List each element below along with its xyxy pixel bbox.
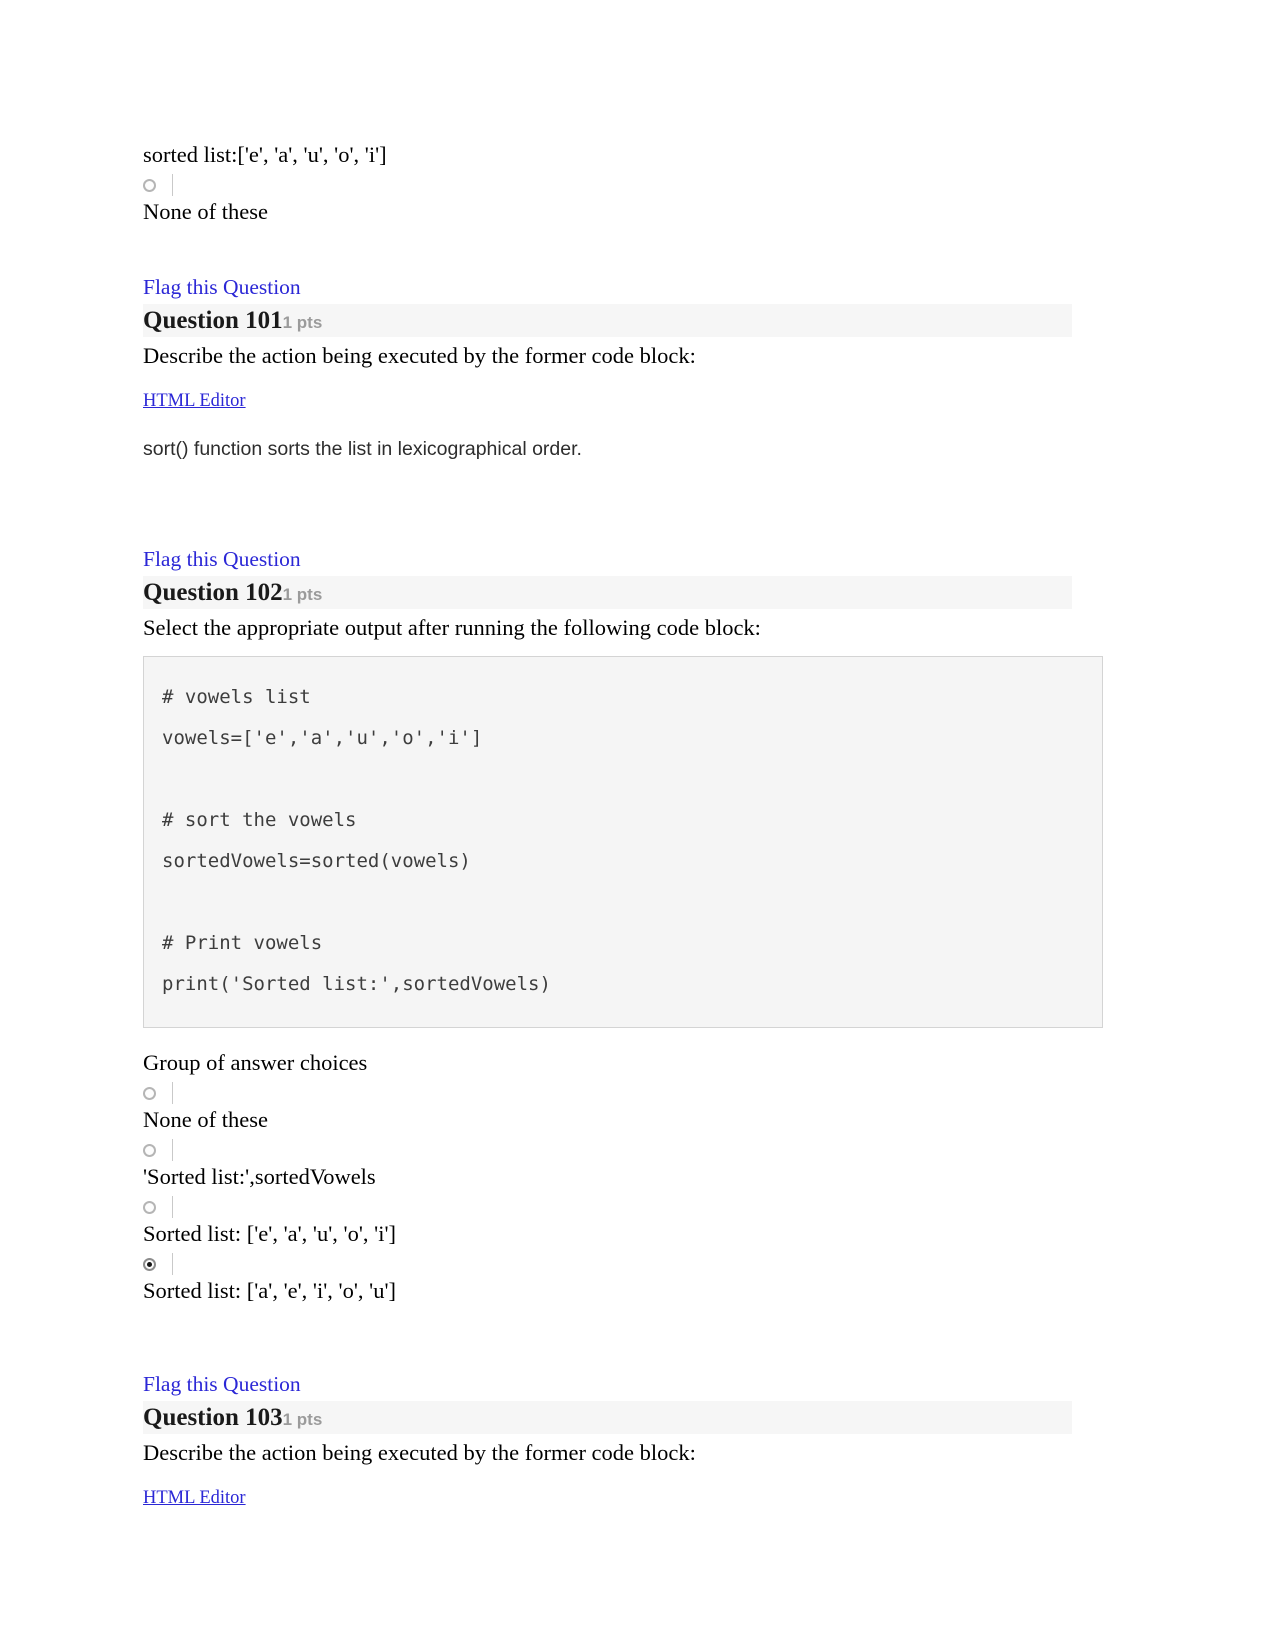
question-prompt-103: Describe the action being executed by th… <box>143 1440 696 1465</box>
code-line: # Print vowels <box>162 932 323 954</box>
orphan-choice-label: None of these <box>143 199 268 224</box>
answer-choices-label: Group of answer choices <box>143 1050 368 1075</box>
question-title-101: Question 101 <box>143 307 283 334</box>
quiz-page: sorted list:['e', 'a', 'u', 'o', 'i'] No… <box>0 0 1275 1510</box>
answer-choice-3-label: Sorted list: ['a', 'e', 'i', 'o', 'u'] <box>143 1278 397 1303</box>
question-points-102: 1 pts <box>282 585 323 604</box>
essay-answer-101: sort() function sorts the list in lexico… <box>143 438 582 460</box>
question-prompt-102: Select the appropriate output after runn… <box>143 615 761 640</box>
radio-button-selected-icon[interactable] <box>143 1257 156 1271</box>
radio-button-icon[interactable] <box>143 178 156 192</box>
radio-divider <box>172 174 173 196</box>
radio-divider <box>172 1139 173 1161</box>
answer-choice-2-label: Sorted list: ['e', 'a', 'u', 'o', 'i'] <box>143 1221 397 1246</box>
radio-button-icon[interactable] <box>143 1200 156 1214</box>
question-block-103: Flag this Question Question 103 1 pts De… <box>143 1370 1090 1510</box>
answer-choice-2-radio-row[interactable] <box>143 1196 1090 1218</box>
question-points-101: 1 pts <box>282 313 323 332</box>
code-block-102: # vowels list vowels=['e','a','u','o','i… <box>143 656 1103 1028</box>
code-line: print('Sorted list:',sortedVowels) <box>162 973 551 995</box>
question-title-103: Question 103 <box>143 1404 283 1431</box>
previous-choice-text: sorted list:['e', 'a', 'u', 'o', 'i'] <box>143 142 387 167</box>
answer-choice-1-radio-row[interactable] <box>143 1139 1090 1161</box>
question-points-103: 1 pts <box>282 1410 323 1429</box>
html-editor-link-101[interactable]: HTML Editor <box>143 389 246 413</box>
answer-choice-2[interactable]: Sorted list: ['e', 'a', 'u', 'o', 'i'] <box>143 1196 1090 1249</box>
question-header-102: Question 102 1 pts <box>143 576 1072 609</box>
code-line: # sort the vowels <box>162 809 357 831</box>
answer-choice-1-label: 'Sorted list:',sortedVowels <box>143 1164 376 1189</box>
question-header-101: Question 101 1 pts <box>143 304 1072 337</box>
question-block-101: Flag this Question Question 101 1 pts De… <box>143 273 1090 463</box>
answer-choice-0-radio-row[interactable] <box>143 1082 1090 1104</box>
answer-choice-3-radio-row[interactable] <box>143 1253 1090 1275</box>
answer-choice-1[interactable]: 'Sorted list:',sortedVowels <box>143 1139 1090 1192</box>
html-editor-link-103[interactable]: HTML Editor <box>143 1486 246 1510</box>
question-header-103: Question 103 1 pts <box>143 1401 1072 1434</box>
radio-divider <box>172 1082 173 1104</box>
flag-question-link-101[interactable]: Flag this Question <box>143 273 301 301</box>
radio-divider <box>172 1196 173 1218</box>
answer-choice-3[interactable]: Sorted list: ['a', 'e', 'i', 'o', 'u'] <box>143 1253 1090 1306</box>
radio-button-icon[interactable] <box>143 1143 156 1157</box>
flag-question-link-102[interactable]: Flag this Question <box>143 545 301 573</box>
radio-divider <box>172 1253 173 1275</box>
answer-choice-0-label: None of these <box>143 1107 268 1132</box>
radio-button-icon[interactable] <box>143 1086 156 1100</box>
orphan-choice[interactable]: None of these <box>143 174 1090 227</box>
code-line: sortedVowels=sorted(vowels) <box>162 850 471 872</box>
code-line: vowels=['e','a','u','o','i'] <box>162 727 483 749</box>
question-title-102: Question 102 <box>143 579 283 606</box>
code-line: # vowels list <box>162 686 311 708</box>
flag-question-link-103[interactable]: Flag this Question <box>143 1370 301 1398</box>
question-block-102: Flag this Question Question 102 1 pts Se… <box>143 545 1103 1306</box>
orphan-choice-radio-row[interactable] <box>143 174 1090 196</box>
question-prompt-101: Describe the action being executed by th… <box>143 343 696 368</box>
answer-choice-0[interactable]: None of these <box>143 1082 1090 1135</box>
